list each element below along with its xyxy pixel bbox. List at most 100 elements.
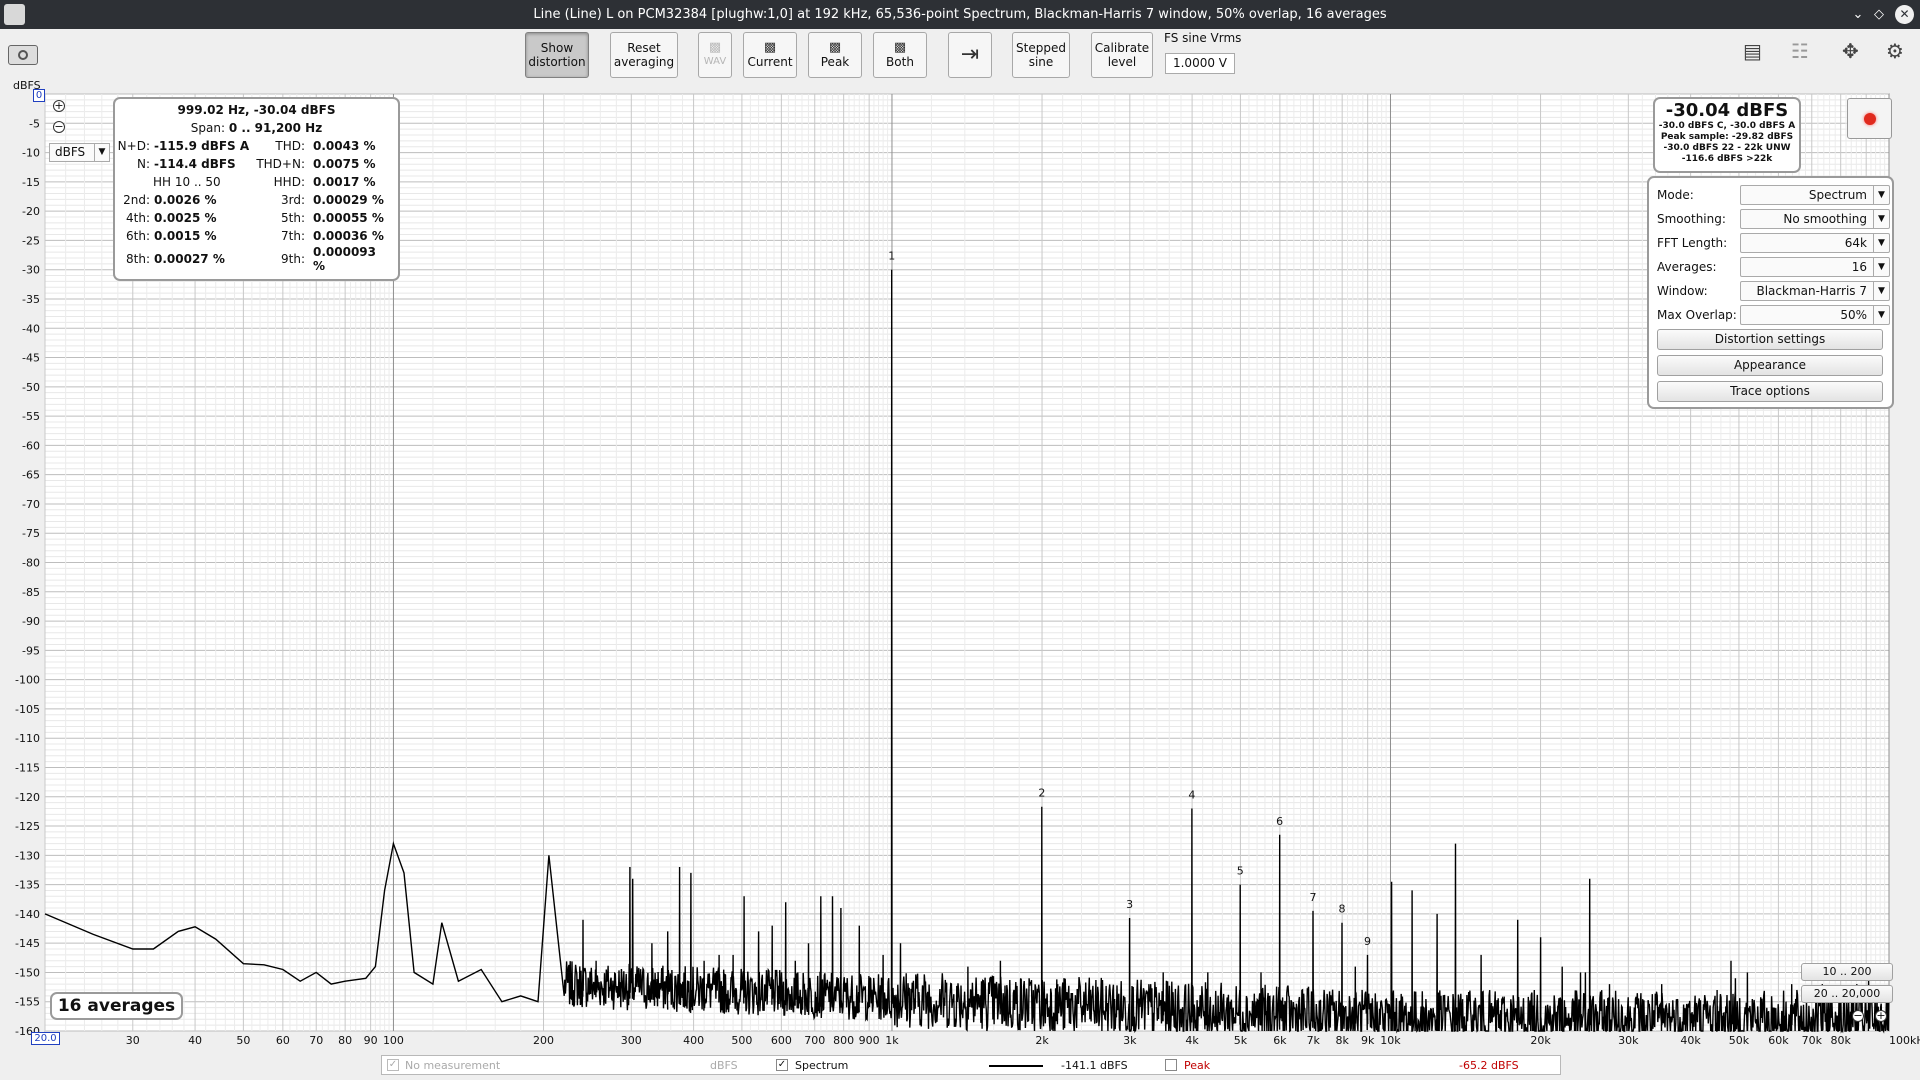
no-measurement-unit: dBFS	[710, 1059, 738, 1072]
harmonic-label: 7	[1310, 891, 1317, 904]
x-tick-label: 700	[804, 1034, 825, 1047]
y-tick-label: -70	[22, 498, 40, 511]
distortion-value: 0.0043 %	[313, 139, 376, 153]
export-button[interactable]: ⇥	[948, 32, 992, 78]
distortion-value: 0.0075 %	[313, 157, 376, 171]
distortion-label: 5th:	[281, 211, 305, 225]
x-tick-label: 9k	[1361, 1034, 1375, 1047]
x-tick-label: 6k	[1273, 1034, 1287, 1047]
distortion-label: HHD:	[273, 175, 305, 189]
spectrum-checkbox[interactable]: ✓	[776, 1059, 788, 1071]
calibrate-level-button[interactable]: Calibrate level	[1091, 32, 1153, 78]
x-tick-label: 60	[276, 1034, 290, 1047]
distortion-value: 0.00055 %	[313, 211, 384, 225]
level-line: Peak sample: -29.82 dBFS	[1660, 132, 1794, 142]
distortion-value: 0.0025 %	[154, 211, 217, 225]
save-peak-button[interactable]: ▩ Peak	[808, 32, 862, 78]
y-tick-label: -85	[22, 586, 40, 599]
distortion-value: 0.00027 %	[154, 252, 225, 266]
reset-averaging-button[interactable]: Reset averaging	[610, 32, 678, 78]
close-icon[interactable]: ✕	[1895, 5, 1914, 24]
x-tick-label: 10k	[1380, 1034, 1401, 1047]
x-tick-label: 300	[621, 1034, 642, 1047]
y-tick-label: -135	[15, 879, 40, 892]
averages-row: Averages: 16 ▼	[1657, 257, 1890, 277]
chevron-down-icon: ▼	[1873, 282, 1889, 300]
harmonic-label: 8	[1338, 903, 1345, 916]
range-20-20000-button[interactable]: 20 .. 20,000	[1801, 985, 1893, 1003]
layout-icon[interactable]: ▤	[1743, 39, 1762, 63]
y-tick-label: -55	[22, 410, 40, 423]
peak-checkbox[interactable]	[1165, 1059, 1177, 1071]
restore-icon[interactable]: ◇	[1869, 0, 1889, 29]
peak-label: Peak	[1184, 1059, 1211, 1072]
max-overlap-select[interactable]: 50% ▼	[1740, 305, 1890, 325]
y-tick-label: -45	[22, 352, 40, 365]
mode-select[interactable]: Spectrum ▼	[1740, 185, 1890, 205]
distortion-panel: 999.02 Hz, -30.04 dBFS Span: 0 .. 91,200…	[113, 97, 400, 281]
save-icon: ▩	[763, 40, 777, 55]
no-measurement-checkbox[interactable]: ✓	[387, 1059, 399, 1071]
y-tick-label: -5	[29, 117, 40, 130]
chevron-down-icon[interactable]: ⌄	[1848, 0, 1868, 29]
show-distortion-button[interactable]: Show distortion	[525, 32, 589, 78]
spectrum-value: -141.1 dBFS	[1061, 1059, 1128, 1072]
distortion-label: 2nd:	[123, 193, 150, 207]
stepped-sine-button[interactable]: Stepped sine	[1012, 32, 1070, 78]
appearance-button[interactable]: Appearance	[1657, 355, 1883, 376]
save-both-button[interactable]: ▩ Both	[873, 32, 927, 78]
range-10-200-button[interactable]: 10 .. 200	[1801, 963, 1893, 981]
x-tick-label: 800	[833, 1034, 854, 1047]
save-current-button[interactable]: ▩ Current	[743, 32, 797, 78]
fit-view-icon[interactable]: ✥	[1842, 39, 1859, 63]
x-tick-label: 5k	[1234, 1034, 1248, 1047]
level-line: -30.0 dBFS C, -30.0 dBFS A	[1658, 121, 1796, 131]
averages-badge: 16 averages	[50, 992, 183, 1020]
distortion-label: 9th:	[281, 252, 305, 266]
y-tick-label: -80	[22, 557, 40, 570]
x-tick-label: 400	[683, 1034, 704, 1047]
zoom-out-icon[interactable]: −	[1852, 1010, 1864, 1022]
averages-select[interactable]: 16 ▼	[1740, 257, 1890, 277]
distortion-value: -115.9 dBFS A	[154, 139, 250, 153]
y-tick-label: -130	[15, 849, 40, 862]
mode-row: Mode: Spectrum ▼	[1657, 185, 1890, 205]
fft-length-select[interactable]: 64k ▼	[1740, 233, 1890, 253]
x-tick-label: 1k	[885, 1034, 899, 1047]
y-top-input[interactable]: 0	[33, 89, 45, 102]
level-value: -30.04 dBFS	[1665, 100, 1789, 121]
zoom-in-icon[interactable]: +	[1875, 1010, 1887, 1022]
y-tick-label: -150	[15, 966, 40, 979]
gear-icon[interactable]: ⚙	[1886, 39, 1904, 63]
x-start-input[interactable]: 20.0	[31, 1032, 60, 1045]
zoom-out-icon[interactable]: −	[53, 121, 65, 133]
harmonic-label: 9	[1364, 935, 1371, 948]
distortion-settings-button[interactable]: Distortion settings	[1657, 329, 1883, 350]
distortion-label: 3rd:	[280, 193, 305, 207]
harmonic-label: 3	[1126, 898, 1133, 911]
distortion-value: 0.000093 %	[313, 245, 377, 273]
x-tick-label: 50	[236, 1034, 250, 1047]
harmonic-label: 1	[888, 250, 895, 263]
smoothing-select[interactable]: No smoothing ▼	[1740, 209, 1890, 229]
zoom-in-icon[interactable]: +	[53, 100, 65, 112]
span-value: 0 .. 91,200 Hz	[228, 121, 323, 135]
camera-icon[interactable]	[8, 45, 38, 65]
trace-options-button[interactable]: Trace options	[1657, 381, 1883, 402]
x-tick-label: 3k	[1123, 1034, 1137, 1047]
fs-sine-input[interactable]: 1.0000 V	[1165, 53, 1235, 74]
chevron-down-icon: ▼	[1873, 306, 1889, 324]
columns-icon[interactable]: ☷	[1791, 39, 1809, 63]
wav-button[interactable]: ▩ WAV	[698, 32, 732, 78]
window-select[interactable]: Blackman-Harris 7 ▼	[1740, 281, 1890, 301]
record-button[interactable]	[1847, 98, 1892, 139]
distortion-value: 0.00029 %	[313, 193, 384, 207]
distortion-value: 0.0017 %	[313, 175, 376, 189]
window-row: Window: Blackman-Harris 7 ▼	[1657, 281, 1890, 301]
distortion-value: 0.0015 %	[154, 229, 217, 243]
spectrum-label: Spectrum	[795, 1059, 849, 1072]
window-title: Line (Line) L on PCM32384 [plughw:1,0] a…	[533, 7, 1387, 22]
distortion-label: 7th:	[281, 229, 305, 243]
chevron-down-icon: ▼	[1873, 210, 1889, 228]
x-tick-label: 80	[338, 1034, 352, 1047]
